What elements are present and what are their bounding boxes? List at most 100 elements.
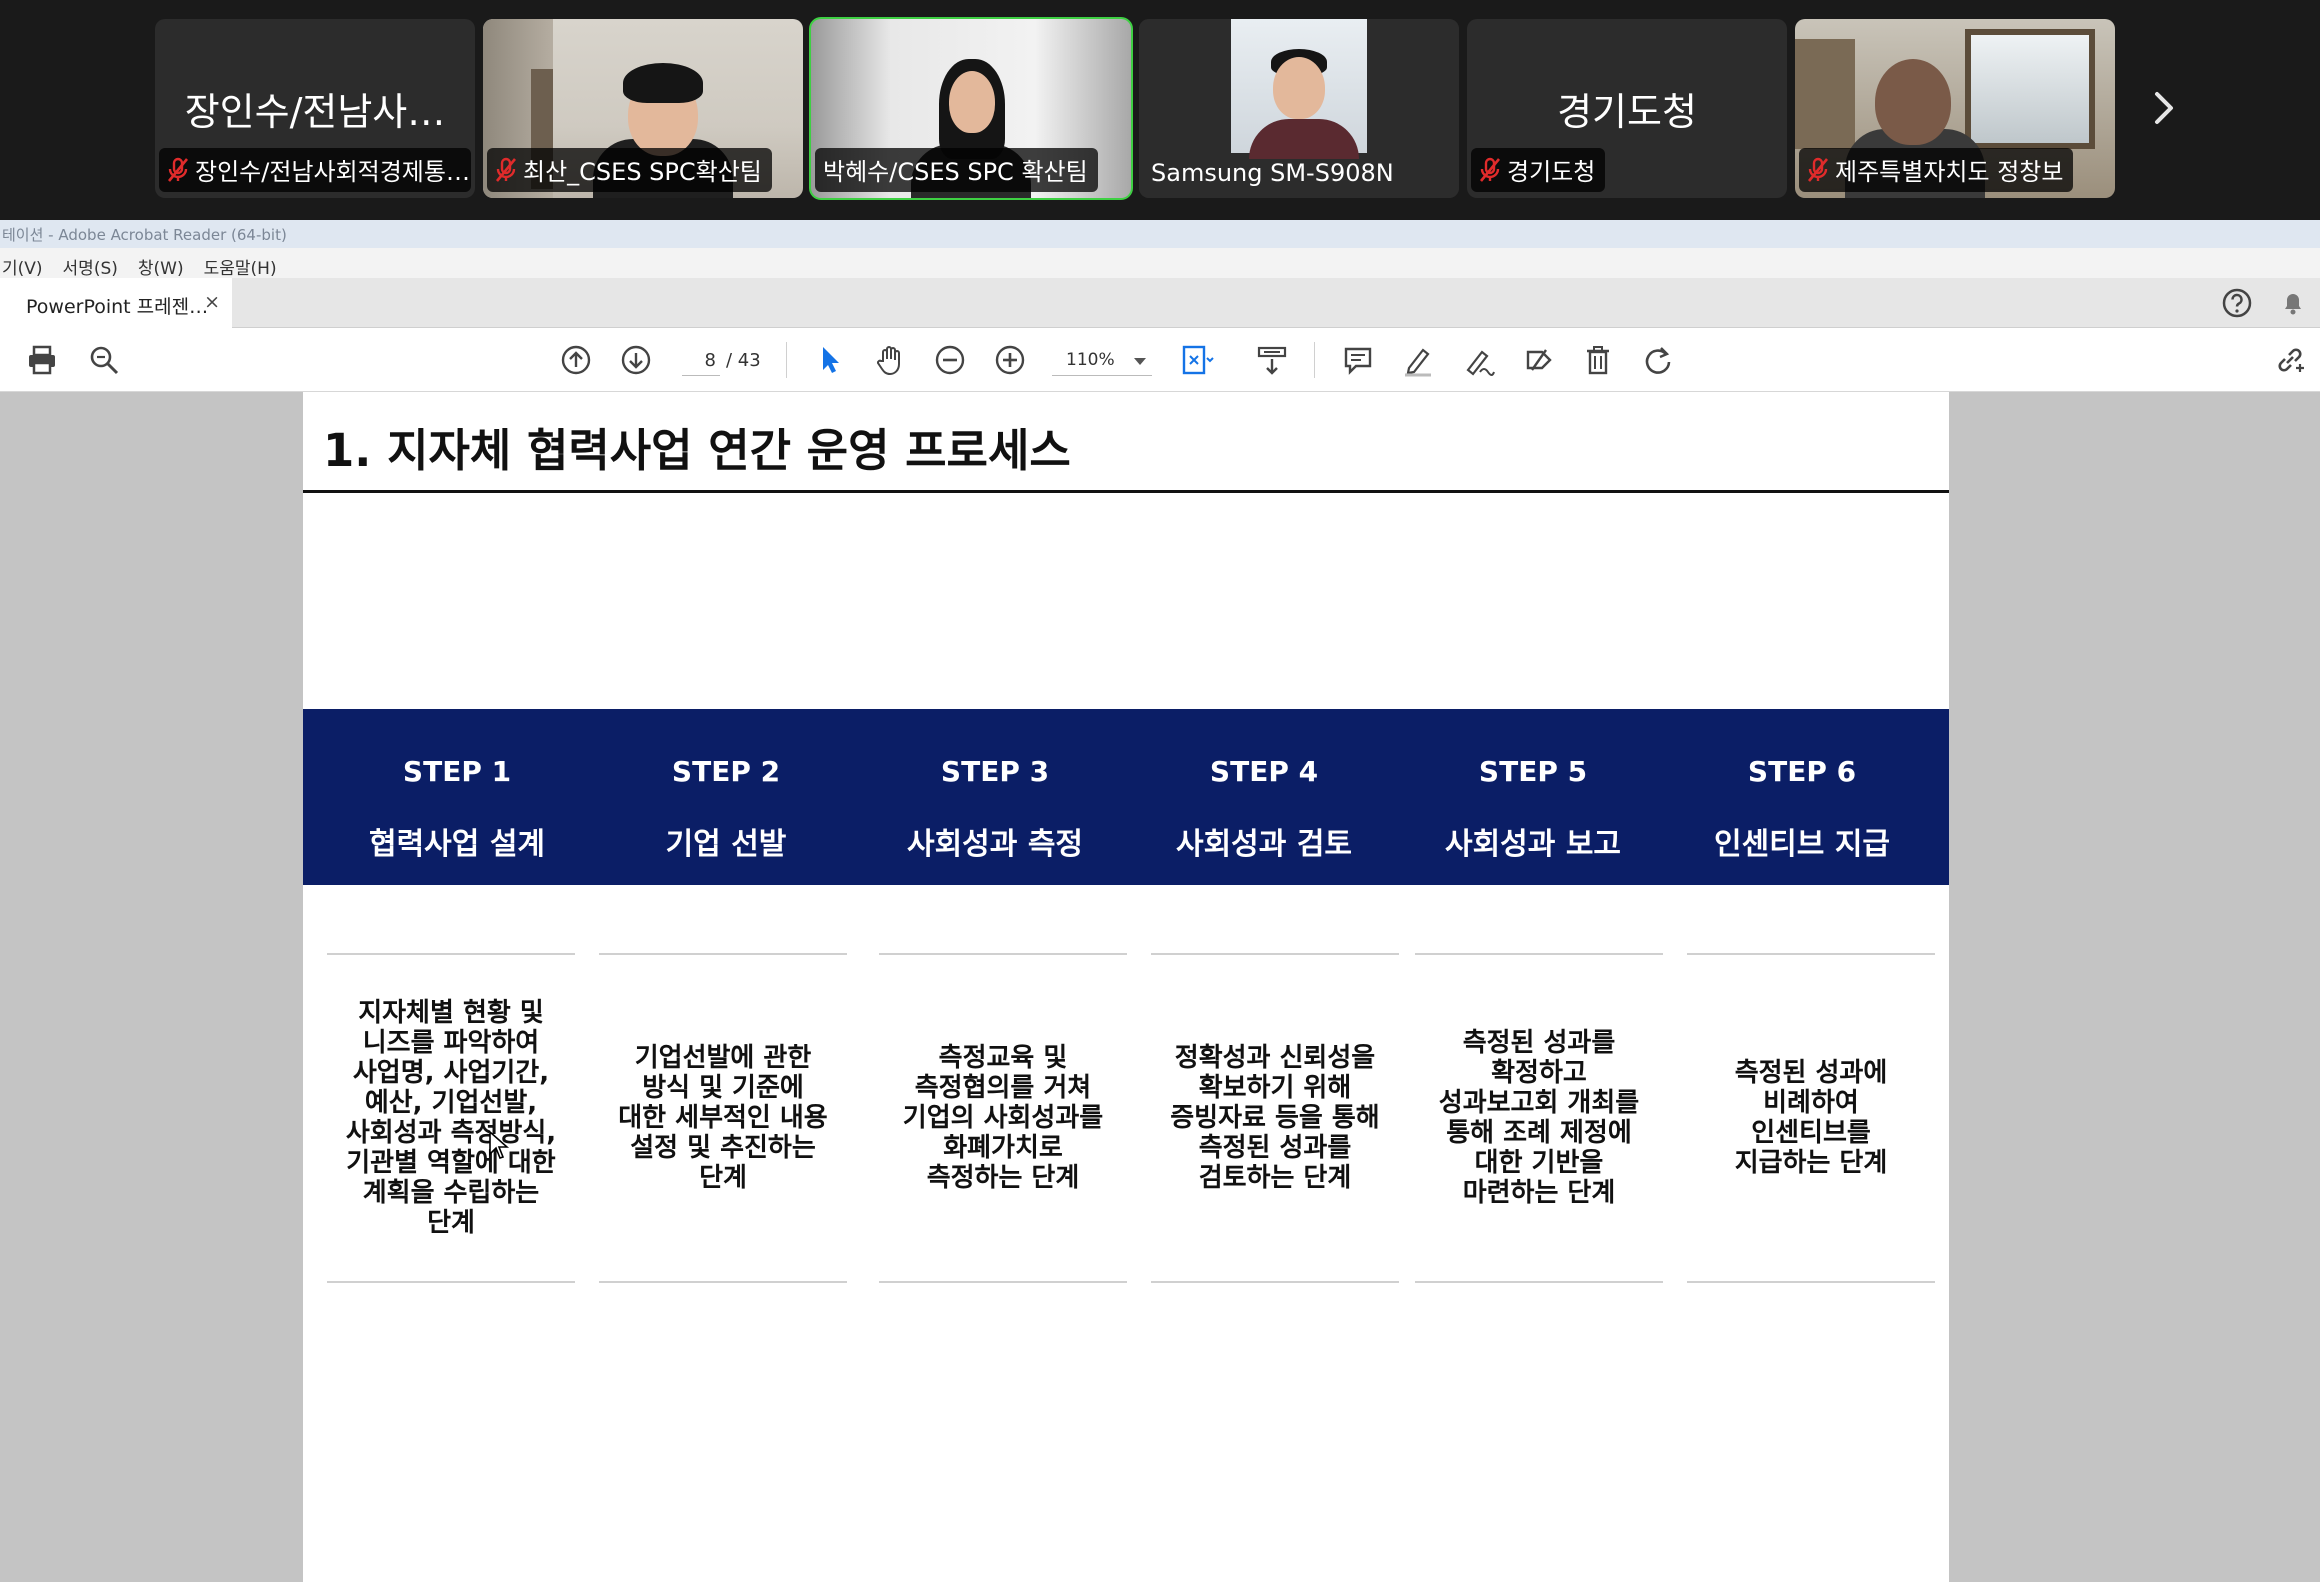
description-line: 지급하는 단계 — [1734, 1148, 1888, 1178]
step-label: 인센티브 지급 — [1713, 827, 1891, 862]
share-link-icon[interactable] — [2272, 342, 2308, 378]
description-line: 측정된 성과를 — [1462, 1028, 1616, 1058]
comment-icon[interactable] — [1340, 342, 1376, 378]
description-line: 니즈를 파악하여 — [362, 1028, 540, 1058]
step-description-5: 측정된 성과를 확정하고 성과보고회 개최를 통해 조례 제정에 대한 기반을 마련하는 … — [1415, 953, 1663, 1283]
stamp-edit-icon[interactable] — [1520, 342, 1556, 378]
description-line: 대한 기반을 — [1474, 1148, 1604, 1178]
menu-item-view[interactable]: 기(V) — [2, 254, 43, 279]
description-text: 측정된 성과에 비례하여 인센티브를 지급하는 단계 — [1729, 1058, 1894, 1178]
description-line: 통해 조례 제정에 — [1446, 1118, 1632, 1148]
draw-freehand-icon[interactable] — [1460, 342, 1496, 378]
participant-tile-6[interactable]: 제주특별자치도 정창보 — [1795, 19, 2115, 198]
description-line: 측정교육 및 — [938, 1043, 1068, 1073]
title-underline — [303, 490, 1949, 493]
document-canvas[interactable]: 1. 지자체 협력사업 연간 운영 프로세스 STEP 1 협력사업 설계 ST… — [0, 392, 2320, 1582]
step-number: STEP 2 — [671, 755, 781, 788]
description-line: 측정협의를 거쳐 — [914, 1073, 1092, 1103]
participant-tile-1[interactable]: 장인수/전남사… 장인수/전남사회적경제통… — [155, 19, 475, 198]
description-text: 정확성과 신뢰성을 확보하기 위해 증빙자료 등을 통해 측정된 성과를 검토하는 단계 — [1164, 1043, 1385, 1193]
description-line: 설정 및 추진하는 — [630, 1133, 816, 1163]
participant-tile-4[interactable]: Samsung SM-S908N — [1139, 19, 1459, 198]
participant-label: 최산_CSES SPC확산팀 — [523, 158, 762, 186]
step-description-6: 측정된 성과에 비례하여 인센티브를 지급하는 단계 — [1687, 953, 1935, 1283]
rotate-icon[interactable] — [1640, 342, 1676, 378]
description-line: 사업명, 사업기간, — [352, 1058, 550, 1088]
step-description-2: 기업선발에 관한 방식 및 기준에 대한 세부적인 내용 설정 및 추진하는 단계 — [599, 953, 847, 1283]
participant-tile-3-active-speaker[interactable]: 박혜수/CSES SPC 확산팀 — [809, 17, 1133, 200]
participant-label: 박혜수/CSES SPC 확산팀 — [823, 158, 1088, 186]
step-number: STEP 1 — [402, 755, 512, 788]
zoom-in-icon[interactable] — [992, 342, 1028, 378]
description-line: 화폐가치로 — [943, 1133, 1063, 1163]
description-line: 계획을 수립하는 — [362, 1178, 540, 1208]
description-line: 검토하는 단계 — [1198, 1163, 1352, 1193]
participant-label: 장인수/전남사회적경제통… — [195, 158, 470, 186]
description-line: 측정된 성과에 — [1734, 1058, 1888, 1088]
bell-icon[interactable] — [2276, 286, 2310, 320]
process-step-5: STEP 5 사회성과 보고 — [1398, 709, 1668, 885]
document-tab-row: PowerPoint 프레젠… × — [0, 278, 2320, 328]
highlight-pen-icon[interactable] — [1400, 342, 1436, 378]
zoom-out-icon[interactable] — [932, 342, 968, 378]
step-label: 기업 선발 — [665, 827, 787, 862]
description-line: 사회성과 측정방식, — [345, 1118, 557, 1148]
previous-page-icon[interactable] — [558, 342, 594, 378]
description-line: 기관별 역할에 대한 — [346, 1148, 556, 1178]
step-description-3: 측정교육 및 측정협의를 거쳐 기업의 사회성과를 화폐가치로 측정하는 단계 — [879, 953, 1127, 1283]
step-number: STEP 3 — [940, 755, 1050, 788]
participant-name-label: 경기도청 — [1471, 148, 1606, 192]
close-icon[interactable]: × — [204, 291, 220, 313]
zoom-search-icon[interactable] — [86, 342, 122, 378]
menu-item-sign[interactable]: 서명(S) — [63, 254, 118, 279]
menu-item-window[interactable]: 창(W) — [138, 254, 184, 279]
slide-title: 1. 지자체 협력사업 연간 운영 프로세스 — [323, 424, 1071, 477]
description-line: 방식 및 기준에 — [642, 1073, 804, 1103]
participant-label: 경기도청 — [1507, 158, 1596, 186]
zoom-level-dropdown[interactable]: 110% — [1052, 344, 1152, 376]
chevron-down-icon — [1134, 358, 1146, 365]
participant-tile-2[interactable]: 최산_CSES SPC확산팀 — [483, 19, 803, 198]
participant-name-label: 장인수/전남사회적경제통… — [159, 148, 471, 192]
page-total: / 43 — [726, 350, 761, 371]
participant-name-label: Samsung SM-S908N — [1143, 155, 1404, 192]
window-title-bar: 테이션 - Adobe Acrobat Reader (64-bit) — [0, 220, 2320, 248]
participant-name-label: 제주특별자치도 정창보 — [1799, 148, 2074, 192]
description-line: 성과보고회 개최를 — [1438, 1088, 1640, 1118]
description-line: 확정하고 — [1491, 1058, 1587, 1088]
print-icon[interactable] — [24, 342, 60, 378]
video-participant-strip: 장인수/전남사… 장인수/전남사회적경제통… 최산_CSES SPC확산팀 박혜… — [0, 0, 2320, 220]
mouse-pointer-icon — [489, 1130, 510, 1159]
scroll-mode-icon[interactable] — [1254, 342, 1290, 378]
toolbar-divider — [1314, 342, 1315, 378]
delete-trash-icon[interactable] — [1580, 342, 1616, 378]
document-tab[interactable]: PowerPoint 프레젠… × — [0, 278, 232, 328]
process-step-2: STEP 2 기업 선발 — [591, 709, 861, 885]
description-line: 비례하여 — [1763, 1088, 1859, 1118]
step-number: STEP 6 — [1747, 755, 1857, 788]
next-page-icon[interactable] — [618, 342, 654, 378]
description-text: 측정된 성과를 확정하고 성과보고회 개최를 통해 조례 제정에 대한 기반을 마련하는 … — [1433, 1028, 1645, 1208]
description-line: 대한 세부적인 내용 — [618, 1103, 828, 1133]
description-line: 측정하는 단계 — [926, 1163, 1080, 1193]
description-line: 인센티브를 — [1751, 1118, 1871, 1148]
toolbar: 8 / 43 110% — [0, 328, 2320, 392]
page-number-input[interactable]: 8 — [682, 346, 720, 376]
step-label: 협력사업 설계 — [368, 827, 546, 862]
process-step-6: STEP 6 인센티브 지급 — [1667, 709, 1937, 885]
help-icon[interactable] — [2220, 286, 2254, 320]
hand-tool-icon[interactable] — [872, 342, 908, 378]
menu-item-help[interactable]: 도움말(H) — [204, 254, 277, 279]
chevron-right-icon[interactable] — [2144, 88, 2184, 128]
select-cursor-icon[interactable] — [812, 342, 848, 378]
zoom-level-value: 110% — [1066, 350, 1115, 370]
mic-muted-icon — [1479, 157, 1501, 182]
step-label: 사회성과 검토 — [1175, 827, 1353, 862]
toolbar-divider — [786, 342, 787, 378]
participant-tile-5[interactable]: 경기도청 경기도청 — [1467, 19, 1787, 198]
process-steps-band: STEP 1 협력사업 설계 STEP 2 기업 선발 STEP 3 사회성과 … — [303, 709, 1949, 885]
participant-label: 제주특별자치도 정창보 — [1835, 158, 2064, 186]
window-title: 테이션 - Adobe Acrobat Reader (64-bit) — [2, 226, 287, 244]
process-step-4: STEP 4 사회성과 검토 — [1129, 709, 1399, 885]
fit-page-icon[interactable] — [1178, 342, 1214, 378]
